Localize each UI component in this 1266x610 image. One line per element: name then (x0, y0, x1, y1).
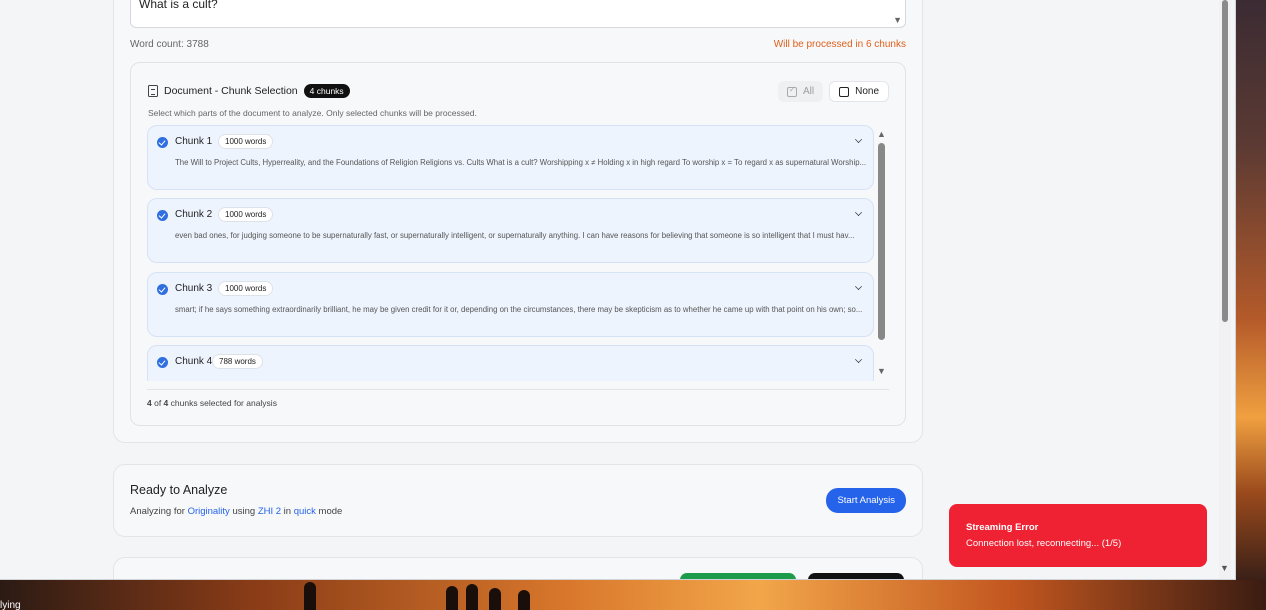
chunk-word-badge: 1000 words (218, 207, 274, 222)
scroll-up-icon[interactable]: ▲ (877, 129, 886, 139)
chunk-title: Chunk 3 (175, 283, 213, 294)
select-none-button[interactable]: None (829, 81, 889, 102)
divider (147, 389, 889, 390)
chunk-item[interactable]: Chunk 2 1000 words even bad ones, for ju… (147, 198, 874, 263)
model-name: ZHI 2 (257, 506, 282, 517)
chevron-down-icon[interactable] (855, 209, 862, 216)
chunk-preview: smart; if he says something extraordinar… (175, 305, 863, 314)
silhouette (466, 584, 478, 610)
chunk-item[interactable]: Chunk 3 1000 words smart; if he says som… (147, 272, 874, 337)
chunk-word-badge: 1000 words (218, 281, 274, 296)
chevron-down-icon[interactable] (855, 356, 862, 363)
chunk-title: Chunk 1 (175, 136, 213, 147)
question-textarea[interactable]: What is a cult? ▼ (130, 0, 906, 28)
of-text: of (151, 398, 164, 408)
chunk-list-scrollbar[interactable]: ▲ ▼ (876, 129, 888, 379)
taskbar-text: lying (0, 600, 21, 610)
toast-title: Streaming Error (966, 522, 1039, 533)
ready-title: Ready to Analyze (130, 483, 228, 497)
document-icon (148, 85, 158, 97)
question-text: What is a cult? (139, 0, 218, 11)
chunk-preview: even bad ones, for judging someone to be… (175, 231, 855, 240)
green-action-button[interactable] (680, 573, 796, 579)
silhouette (518, 590, 530, 610)
error-toast[interactable]: Streaming Error Connection lost, reconne… (949, 504, 1207, 567)
scroll-down-icon[interactable]: ▼ (1220, 563, 1229, 573)
chunk-preview: The Will to Project Cults, Hyperreality,… (175, 158, 867, 167)
chunk-list: Chunk 1 1000 words The Will to Project C… (147, 125, 874, 381)
start-analysis-button[interactable]: Start Analysis (826, 488, 906, 513)
panel-header: Document - Chunk Selection 4 chunks (148, 84, 350, 98)
chunk-selection-panel: Document - Chunk Selection 4 chunks All … (130, 62, 906, 426)
select-none-label: None (855, 86, 879, 97)
desktop-wallpaper-right (1236, 0, 1266, 580)
scroll-thumb[interactable] (878, 143, 885, 340)
process-note: Will be processed in 6 chunks (773, 39, 906, 50)
silhouette (304, 582, 316, 610)
selection-buttons: All None (777, 81, 889, 102)
ready-using: using (229, 506, 258, 517)
chunk-item[interactable]: Chunk 4 788 words (147, 345, 874, 381)
results-card (113, 557, 923, 579)
select-all-button[interactable]: All (777, 81, 824, 102)
square-icon (839, 86, 850, 97)
panel-title: Document - Chunk Selection (164, 85, 298, 97)
chunk-word-badge: 788 words (212, 354, 263, 369)
toast-message: Connection lost, reconnecting... (1/5) (966, 538, 1122, 549)
resize-handle-icon[interactable]: ▼ (893, 15, 902, 25)
chunk-word-badge: 1000 words (218, 134, 274, 149)
chunk-count-badge: 4 chunks (303, 84, 350, 98)
check-square-icon (786, 85, 797, 97)
desktop-wallpaper-bottom (0, 580, 1266, 610)
page-scroll-thumb[interactable] (1222, 0, 1228, 322)
ready-suffix: mode (315, 506, 343, 517)
silhouette (446, 586, 458, 610)
chunk-item[interactable]: Chunk 1 1000 words The Will to Project C… (147, 125, 874, 190)
analysis-metric: Originality (187, 506, 230, 517)
scroll-down-icon[interactable]: ▼ (877, 366, 886, 376)
panel-hint: Select which parts of the document to an… (148, 108, 477, 118)
analysis-mode: quick (293, 506, 316, 517)
selection-summary: 4 of 4 chunks selected for analysis (147, 398, 277, 408)
dark-action-button[interactable] (808, 573, 904, 579)
select-all-label: All (802, 86, 815, 97)
chunk-title: Chunk 4 (175, 356, 213, 367)
checked-circle-icon[interactable] (157, 357, 168, 368)
checked-circle-icon[interactable] (157, 210, 168, 221)
ready-card: Ready to Analyze Analyzing for Originali… (113, 464, 923, 537)
summary-suffix: chunks selected for analysis (168, 398, 277, 408)
chunk-title: Chunk 2 (175, 209, 213, 220)
checked-circle-icon[interactable] (157, 137, 168, 148)
ready-in: in (281, 506, 294, 517)
page-scrollbar[interactable]: ▼ (1219, 0, 1231, 579)
ready-subtitle: Analyzing for Originality using ZHI 2 in… (130, 506, 342, 517)
ready-prefix: Analyzing for (130, 506, 188, 517)
checked-circle-icon[interactable] (157, 284, 168, 295)
silhouette (489, 588, 501, 610)
chevron-down-icon[interactable] (855, 136, 862, 143)
chevron-down-icon[interactable] (855, 283, 862, 290)
browser-window: What is a cult? ▼ Word count: 3788 Will … (0, 0, 1236, 580)
